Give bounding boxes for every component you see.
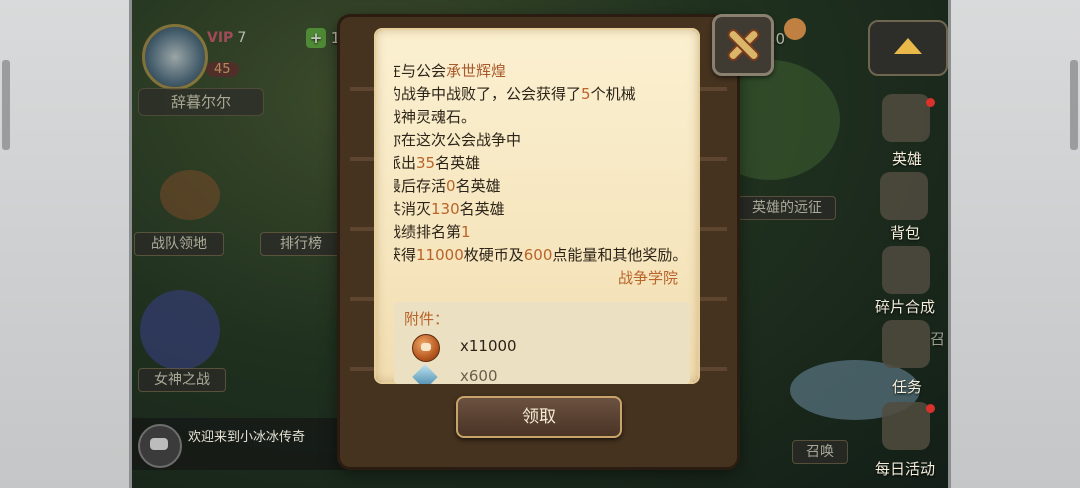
mail-text: 的战争中战败了，公会获得了 [394,85,582,103]
left-side-panel [0,0,132,488]
claim-button[interactable]: 领取 [456,396,622,438]
crystal-icon [412,364,438,384]
menu-daily-label: 每日活动 [874,460,935,478]
mail-number: 600 [523,246,553,264]
mail-line: 最后存活0名英雄 [394,175,694,198]
goddess-battle-button[interactable]: 女神之战 [138,368,226,392]
attachment-quantity: x600 [460,367,498,384]
gift-icon[interactable] [882,402,930,450]
mail-number: 1 [461,223,471,241]
panel-handle [2,60,10,150]
hero-expedition-button[interactable]: 英雄的远征 [738,196,836,220]
mail-line: 战神灵魂石。 [394,108,477,126]
mail-number: 130 [431,200,460,218]
player-name[interactable]: 辞暮尔尔 [138,88,264,116]
vip-label: VIP [207,30,234,46]
mail-text: 名英雄 [435,154,481,172]
menu-shards-label: 碎片合成 [874,298,935,316]
attachment-box[interactable]: 附件： x11000 x600 [394,302,690,384]
mail-content[interactable]: 在与公会承世辉煌 的战争中战败了，公会获得了5个机械 战神灵魂石。 你在这次公会… [394,50,694,296]
team-base-button[interactable]: 战队领地 [134,232,224,256]
leaderboard-button[interactable]: 排行榜 [260,232,342,256]
mail-line: 战绩排名第1 [394,221,694,244]
close-icon [727,29,759,61]
close-button[interactable] [712,14,774,76]
mail-text: 获得 [394,246,417,264]
notification-dot [926,98,935,107]
helmet-icon[interactable] [882,94,930,142]
chat-bubble-icon[interactable] [138,424,182,468]
mail-line: 共消灭130名英雄 [394,198,694,221]
mail-line: 的战争中战败了，公会获得了5个机械 [394,83,694,106]
menu-heroes-label: 英雄 [891,150,922,168]
mail-text: 名英雄 [459,200,505,218]
mail-text: 名英雄 [455,177,501,195]
mail-text: 共消灭 [394,200,432,218]
menu-bag-label: 背包 [889,224,920,242]
crystal-shape [140,290,220,370]
mail-number: 0 [446,177,456,195]
arrow-up-icon [894,38,922,54]
mail-text: 在与公会 [394,62,447,80]
mail-line: 在与公会承世辉煌 [394,60,694,83]
bag-icon[interactable] [880,172,928,220]
collapse-menu-button[interactable] [868,20,948,76]
attachment-quantity: x11000 [460,337,517,355]
mail-text: 战绩排名第 [394,223,462,241]
notification-dot [926,404,935,413]
mail-number: 5 [581,85,591,103]
plus-icon[interactable]: + [306,28,326,48]
mail-text: 枚硬币及 [463,246,524,264]
mail-text: 点能量和其他奖励。 [552,246,688,264]
player-level: 45 [206,62,239,77]
attachment-title: 附件： [404,310,450,328]
signpost-icon [160,170,220,220]
panel-ridge [948,0,951,488]
drumstick-icon [784,18,806,40]
mail-number: 11000 [416,246,464,264]
panel-handle [1070,60,1078,150]
menu-quests-label: 任务 [891,378,922,396]
player-avatar[interactable] [142,24,208,90]
mail-line: 派出35名英雄 [394,152,694,175]
guild-name: 承世辉煌 [446,62,507,80]
vip-level: 7 [237,30,247,46]
puzzle-icon[interactable] [882,246,930,294]
chat-message: 欢迎来到小冰冰传奇 [188,430,306,445]
mail-line: 获得11000枚硬币及600点能量和其他奖励。 [394,244,694,267]
mail-line [394,50,694,60]
quill-icon[interactable] [882,320,930,368]
mail-signature: 战争学院 [617,269,678,287]
mail-text: 派出 [394,154,417,172]
mail-number: 35 [416,154,436,172]
right-side-panel [948,0,1080,488]
vip-badge: VIP 7 [207,30,246,46]
mail-text: 最后存活 [394,177,447,195]
side-char: 召 [930,330,946,348]
mail-line: 你在这次公会战争中 [394,131,522,149]
coin-icon [412,334,440,362]
summon-button[interactable]: 召唤 [792,440,848,464]
mail-text: 个机械 [590,85,636,103]
